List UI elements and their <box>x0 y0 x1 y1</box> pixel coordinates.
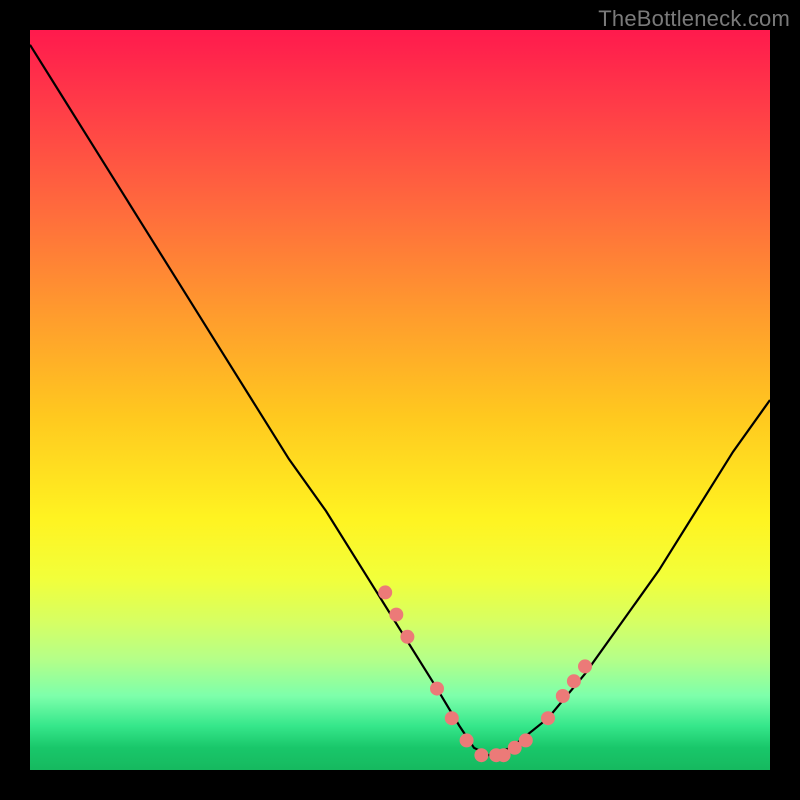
marker-dot <box>445 711 459 725</box>
marker-dot <box>541 711 555 725</box>
marker-dot <box>389 608 403 622</box>
chart-markers <box>378 585 592 762</box>
chart-stage: TheBottleneck.com <box>0 0 800 800</box>
marker-dot <box>400 630 414 644</box>
plot-area <box>30 30 770 770</box>
marker-dot <box>430 682 444 696</box>
chart-overlay <box>30 30 770 770</box>
chart-curve <box>30 45 770 755</box>
marker-dot <box>378 585 392 599</box>
marker-dot <box>567 674 581 688</box>
marker-dot <box>460 733 474 747</box>
marker-dot <box>474 748 488 762</box>
marker-dot <box>519 733 533 747</box>
watermark-text: TheBottleneck.com <box>598 6 790 32</box>
marker-dot <box>578 659 592 673</box>
marker-dot <box>556 689 570 703</box>
